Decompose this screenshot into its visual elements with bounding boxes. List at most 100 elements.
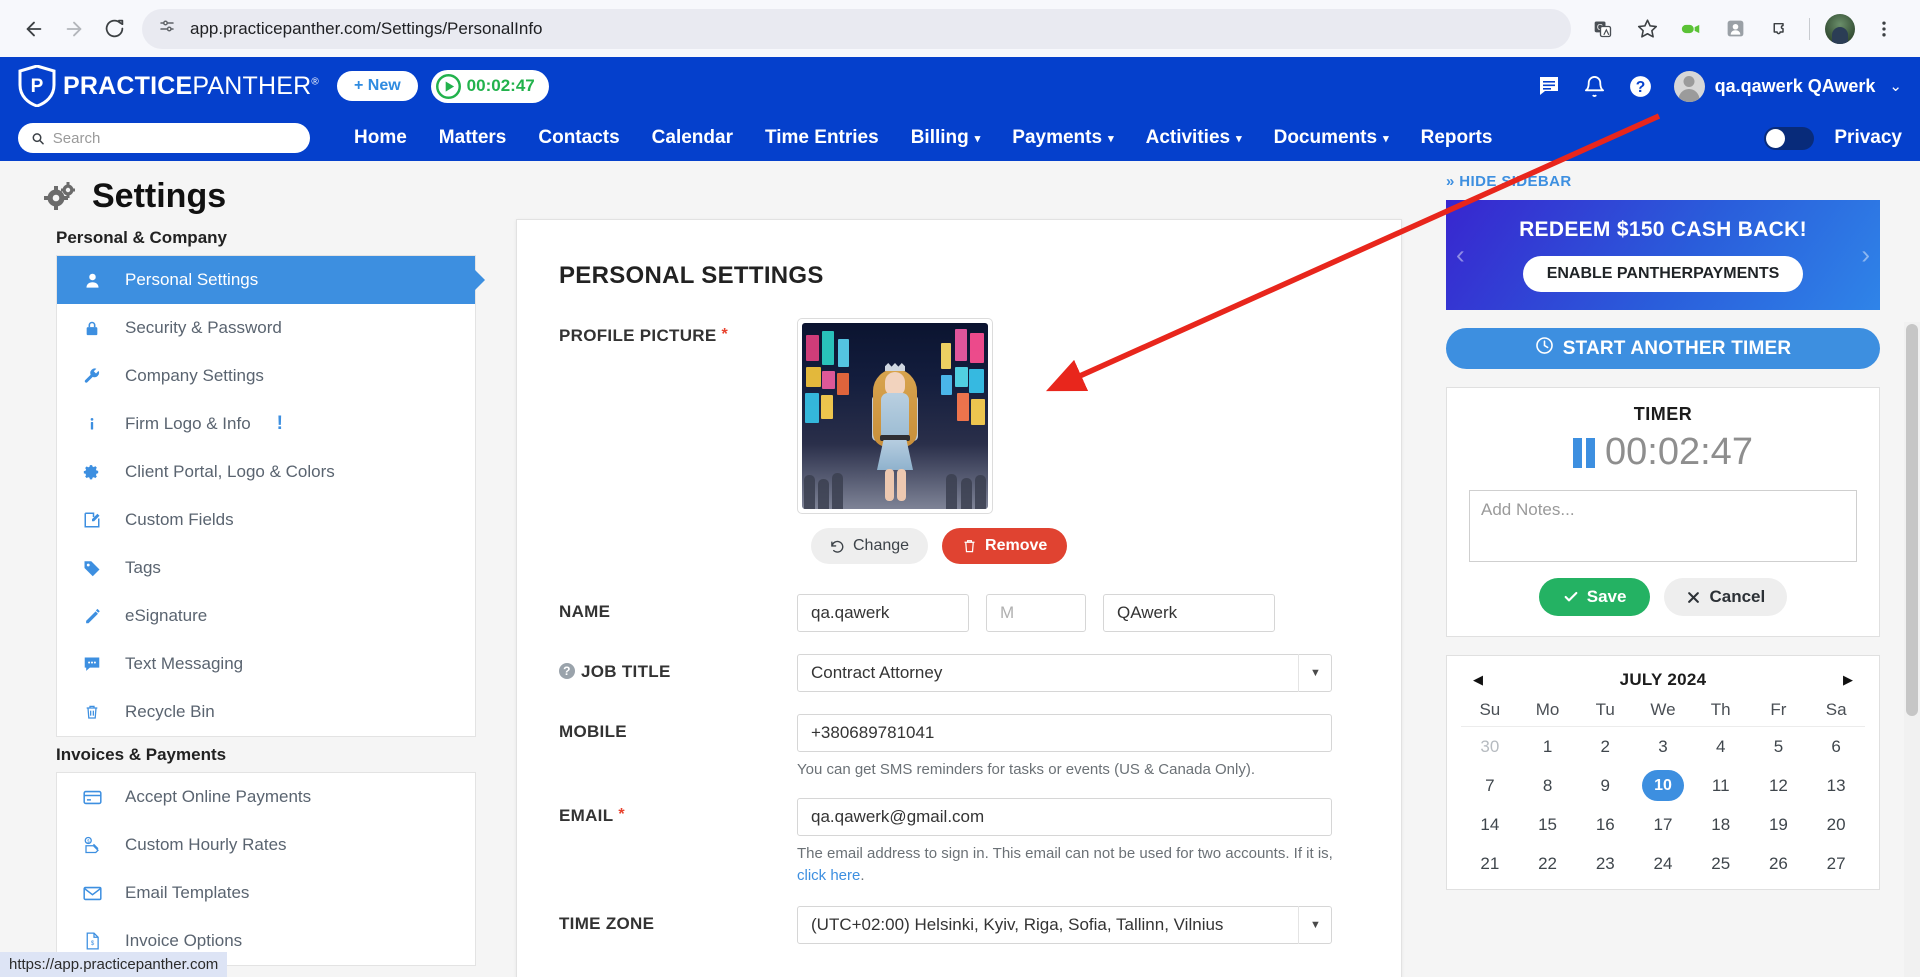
sidebar-item-personal-settings[interactable]: Personal Settings <box>57 256 485 304</box>
calendar-day[interactable]: 6 <box>1807 727 1865 766</box>
chevron-left-icon[interactable]: ‹ <box>1456 240 1465 271</box>
calendar-day[interactable]: 18 <box>1692 805 1750 844</box>
sidebar-item-security-password[interactable]: Security & Password <box>57 304 475 352</box>
search-input[interactable] <box>52 129 297 147</box>
nav-item-time-entries[interactable]: Time Entries <box>765 127 879 149</box>
translate-icon[interactable]: G <box>1585 11 1621 47</box>
calendar-day[interactable]: 4 <box>1692 727 1750 766</box>
sidebar-item-firm-logo-info[interactable]: Firm Logo & Info ! <box>57 400 475 448</box>
nav-item-contacts[interactable]: Contacts <box>538 127 619 149</box>
bookmark-star-icon[interactable] <box>1629 11 1665 47</box>
calendar-day[interactable]: 17 <box>1634 805 1692 844</box>
address-bar[interactable]: app.practicepanther.com/Settings/Persona… <box>142 8 1571 49</box>
calendar-day[interactable]: 9 <box>1576 766 1634 805</box>
calendar-day[interactable]: 19 <box>1750 805 1808 844</box>
screen-recorder-icon[interactable] <box>1673 11 1709 47</box>
calendar-day[interactable]: 16 <box>1576 805 1634 844</box>
nav-item-matters[interactable]: Matters <box>439 127 507 149</box>
notification-bell-icon[interactable] <box>1578 69 1612 103</box>
sidebar-item-recycle-bin[interactable]: Recycle Bin <box>57 688 475 736</box>
nav-item-activities[interactable]: Activities ▾ <box>1146 127 1242 149</box>
timer-notes-input[interactable] <box>1469 490 1857 562</box>
new-button[interactable]: + New <box>336 71 418 101</box>
sidebar-item-esignature[interactable]: eSignature <box>57 592 475 640</box>
caret-left-icon[interactable]: ◀ <box>1467 672 1489 688</box>
pause-icon[interactable] <box>1573 437 1599 468</box>
calendar-day-today[interactable]: 10 <box>1634 766 1692 805</box>
nav-item-reports[interactable]: Reports <box>1421 127 1493 149</box>
chevron-right-icon[interactable]: › <box>1861 240 1870 271</box>
calendar-day[interactable]: 22 <box>1519 844 1577 883</box>
calendar-day[interactable]: 8 <box>1519 766 1577 805</box>
caret-right-icon[interactable]: ▶ <box>1837 672 1859 688</box>
calendar-day[interactable]: 21 <box>1461 844 1519 883</box>
sidebar-item-text-messaging[interactable]: Text Messaging <box>57 640 475 688</box>
user-menu[interactable]: qa.qawerk QAwerk ⌄ <box>1673 70 1902 102</box>
calendar-day[interactable]: 13 <box>1807 766 1865 805</box>
calendar-day[interactable]: 27 <box>1807 844 1865 883</box>
middle-name-input[interactable] <box>986 594 1086 632</box>
profile-picture-preview[interactable] <box>797 318 993 514</box>
calendar-day[interactable]: 25 <box>1692 844 1750 883</box>
calendar-day[interactable]: 14 <box>1461 805 1519 844</box>
sidebar-item-email-templates[interactable]: Email Templates <box>57 869 475 917</box>
timer-cancel-button[interactable]: Cancel <box>1664 578 1788 616</box>
extensions-puzzle-icon[interactable] <box>1761 11 1797 47</box>
change-picture-button[interactable]: Change <box>811 528 929 564</box>
page-scrollbar-thumb[interactable] <box>1906 324 1918 716</box>
sidebar-item-custom-fields[interactable]: Custom Fields <box>57 496 475 544</box>
calendar-day[interactable]: 15 <box>1519 805 1577 844</box>
privacy-toggle[interactable] <box>1764 126 1815 150</box>
timer-save-button[interactable]: Save <box>1538 578 1651 616</box>
calendar-day[interactable]: 26 <box>1750 844 1808 883</box>
hide-sidebar-button[interactable]: » HIDE SIDEBAR <box>1438 161 1878 200</box>
calendar-day[interactable]: 23 <box>1576 844 1634 883</box>
calendar-day[interactable]: 20 <box>1807 805 1865 844</box>
time-zone-select[interactable]: ▼ <box>797 905 1332 944</box>
help-question-icon[interactable]: ? <box>1624 69 1658 103</box>
calendar-day[interactable]: 24 <box>1634 844 1692 883</box>
remove-picture-button[interactable]: Remove <box>942 528 1068 564</box>
calendar-day[interactable]: 2 <box>1576 727 1634 766</box>
help-question-icon[interactable]: ? <box>559 663 575 679</box>
three-dot-menu-icon[interactable] <box>1866 11 1902 47</box>
calendar-day[interactable]: 11 <box>1692 766 1750 805</box>
nav-item-home[interactable]: Home <box>354 127 407 149</box>
nav-item-payments[interactable]: Payments ▾ <box>1012 127 1113 149</box>
forward-arrow-icon[interactable] <box>54 9 94 49</box>
sidebar-item-client-portal[interactable]: Client Portal, Logo & Colors <box>57 448 475 496</box>
job-title-select[interactable]: ▼ <box>797 654 1332 692</box>
last-name-input[interactable] <box>1103 594 1275 632</box>
sidebar-item-tags[interactable]: Tags <box>57 544 475 592</box>
app-logo[interactable]: P PRACTICEPANTHER® <box>18 65 319 107</box>
first-name-input[interactable] <box>797 594 969 632</box>
nav-item-calendar[interactable]: Calendar <box>652 127 733 149</box>
chat-icon[interactable] <box>1532 69 1566 103</box>
email-input[interactable] <box>797 798 1332 837</box>
nav-item-billing[interactable]: Billing ▾ <box>911 127 981 149</box>
calendar-day[interactable]: 1 <box>1519 727 1577 766</box>
calendar-day[interactable]: 5 <box>1750 727 1808 766</box>
calendar-day[interactable]: 30 <box>1461 727 1519 766</box>
mobile-input[interactable] <box>797 714 1332 752</box>
sidebar-item-accept-online-payments[interactable]: Accept Online Payments <box>57 773 475 821</box>
calendar-day[interactable]: 7 <box>1461 766 1519 805</box>
enable-pantherpayments-button[interactable]: ENABLE PANTHERPAYMENTS <box>1522 256 1804 292</box>
reload-icon[interactable] <box>94 9 134 49</box>
nav-item-documents[interactable]: Documents ▾ <box>1274 127 1389 149</box>
extension-icon[interactable] <box>1717 11 1753 47</box>
time-zone-value[interactable] <box>797 905 1332 944</box>
header-timer-pill[interactable]: 00:02:47 <box>430 69 549 103</box>
start-another-timer-button[interactable]: START ANOTHER TIMER <box>1446 328 1880 369</box>
job-title-value[interactable] <box>797 654 1332 692</box>
back-arrow-icon[interactable] <box>14 9 54 49</box>
search-box[interactable] <box>18 123 310 153</box>
site-settings-icon[interactable] <box>158 17 176 40</box>
sidebar-item-company-settings[interactable]: Company Settings <box>57 352 475 400</box>
email-hint-link[interactable]: click here <box>797 867 860 884</box>
sidebar-item-custom-hourly-rates[interactable]: $ Custom Hourly Rates <box>57 821 475 869</box>
calendar-day[interactable]: 12 <box>1750 766 1808 805</box>
calendar-day[interactable]: 3 <box>1634 727 1692 766</box>
profile-avatar-icon[interactable] <box>1822 11 1858 47</box>
promo-banner[interactable]: ‹ › REDEEM $150 CASH BACK! ENABLE PANTHE… <box>1446 200 1880 310</box>
